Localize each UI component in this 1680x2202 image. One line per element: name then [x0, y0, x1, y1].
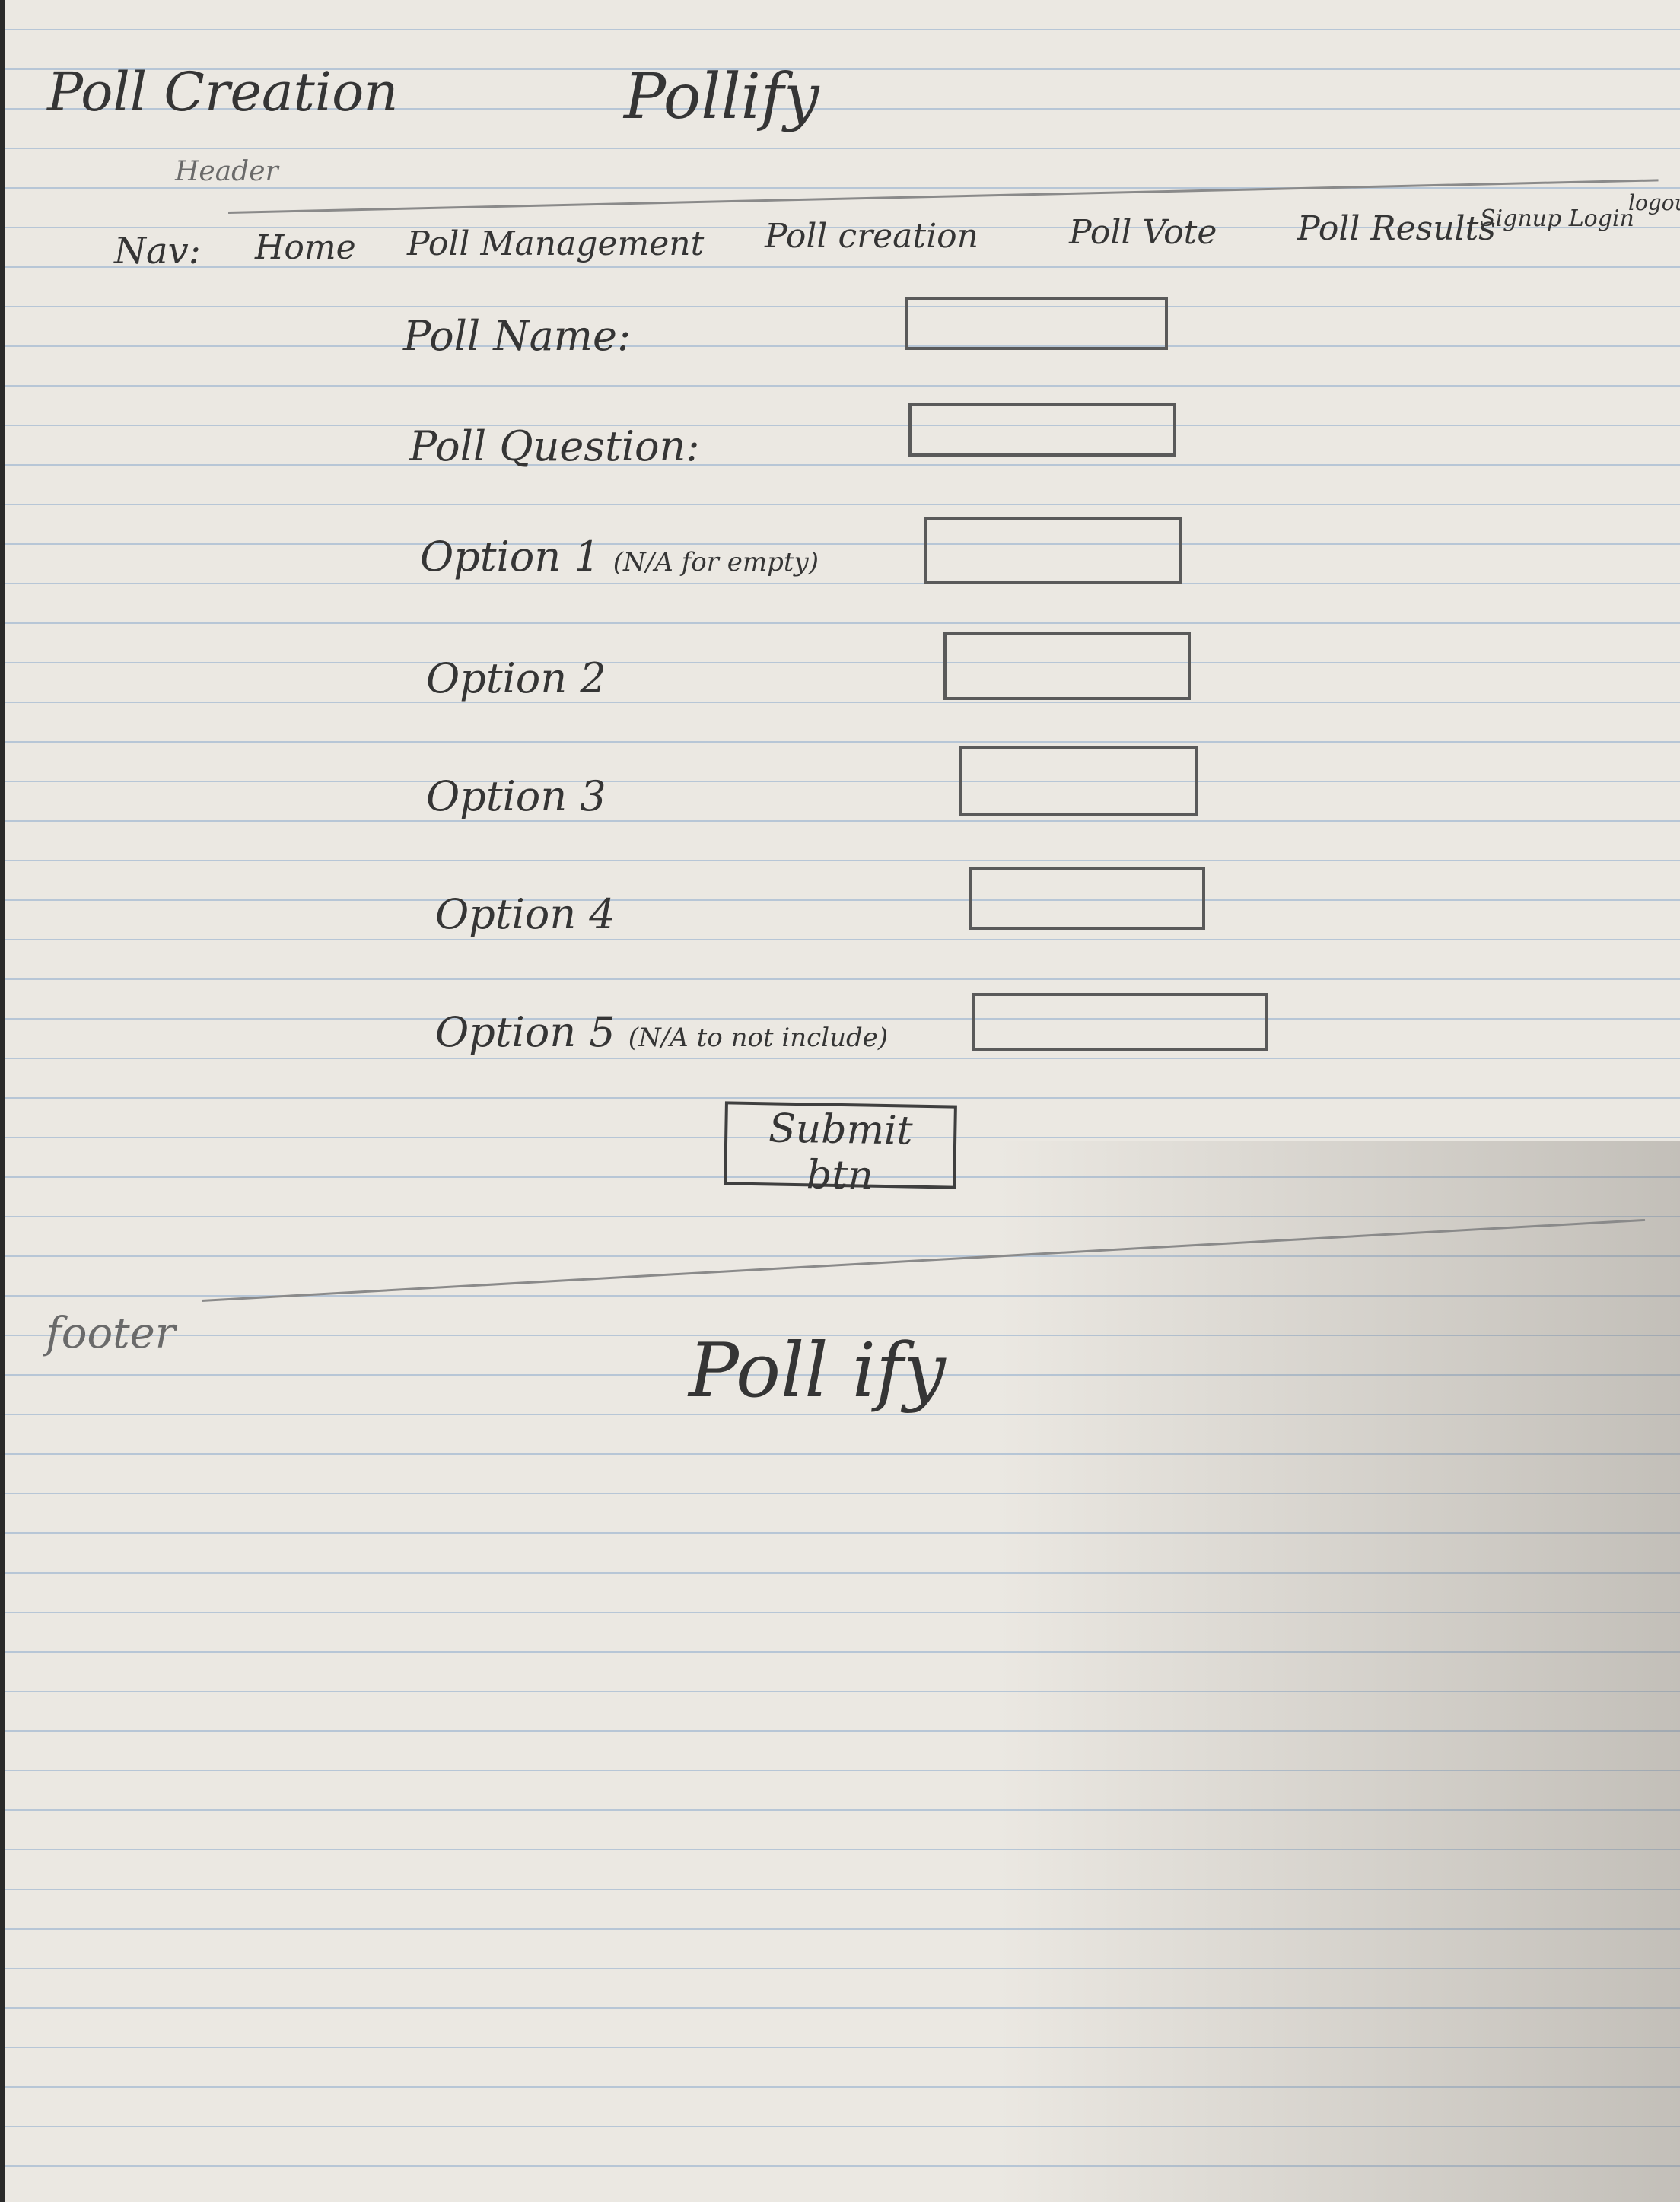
header-brand: Pollify	[624, 61, 819, 133]
poll-name-label: Poll Name:	[403, 312, 632, 360]
option-2-input[interactable]	[943, 632, 1191, 700]
footer-divider	[201, 1218, 1646, 1302]
poll-question-input[interactable]	[908, 403, 1176, 457]
nav-item-poll-management[interactable]: Poll Management	[407, 224, 704, 263]
footer-brand: Poll ify	[689, 1328, 946, 1414]
nav-item-logout[interactable]: logout	[1628, 190, 1680, 215]
option-1-label: Option 1 (N/A for empty)	[420, 533, 819, 581]
nav-item-poll-creation[interactable]: Poll creation	[765, 217, 978, 256]
nav-bar: Nav: Home Poll Management Poll creation …	[114, 190, 1680, 282]
nav-item-signup-login[interactable]: Signup Login	[1480, 205, 1634, 232]
page-label: Poll Creation	[47, 61, 399, 123]
option-5-note: (N/A to not include)	[628, 1023, 889, 1053]
option-3-input[interactable]	[959, 746, 1198, 816]
option-5-input[interactable]	[972, 993, 1268, 1051]
nav-item-home[interactable]: Home	[255, 228, 356, 267]
header-label: Header	[175, 156, 278, 187]
option-1-input[interactable]	[924, 517, 1182, 584]
option-4-label: Option 4	[435, 890, 616, 938]
poll-name-input[interactable]	[905, 297, 1168, 350]
submit-button[interactable]: Submit btn	[724, 1101, 957, 1199]
notebook-paper: Poll Creation Pollify Header Nav: Home P…	[0, 0, 1680, 2202]
nav-label: Nav:	[114, 230, 201, 272]
option-5-label: Option 5 (N/A to not include)	[435, 1008, 889, 1056]
paper-edge	[0, 0, 5, 2202]
option-2-label: Option 2	[426, 654, 606, 702]
shadow	[995, 1141, 1680, 2202]
nav-item-poll-results[interactable]: Poll Results	[1297, 209, 1496, 248]
option-3-label: Option 3	[426, 772, 606, 820]
nav-item-poll-vote[interactable]: Poll Vote	[1069, 213, 1217, 252]
option-4-input[interactable]	[969, 867, 1205, 930]
poll-question-label: Poll Question:	[409, 422, 700, 470]
option-1-note: (N/A for empty)	[612, 547, 819, 578]
footer-label: footer	[46, 1309, 176, 1358]
